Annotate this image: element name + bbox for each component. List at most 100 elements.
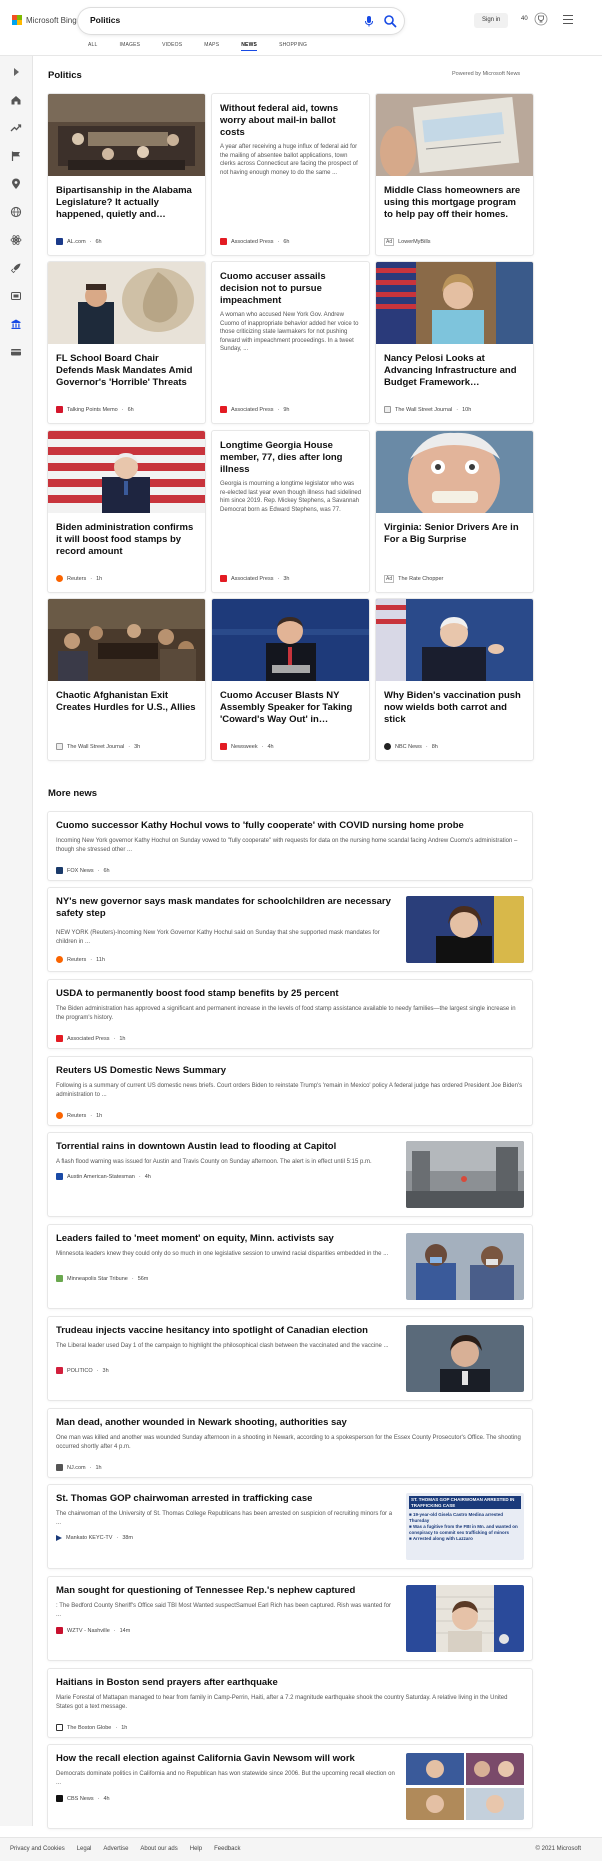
news-list-item[interactable]: Trudeau injects vaccine hesitancy into s…: [48, 1317, 532, 1400]
source-name: The Boston Globe: [67, 1724, 112, 1731]
news-title[interactable]: Reuters US Domestic News Summary: [56, 1065, 226, 1077]
globe-icon[interactable]: [10, 206, 22, 218]
card-source: Associated Press · 3h: [220, 575, 289, 582]
flag-icon[interactable]: [10, 150, 22, 162]
tab-maps[interactable]: MAPS: [204, 40, 219, 51]
news-card[interactable]: Biden administration confirms it will bo…: [48, 431, 205, 592]
news-list-item[interactable]: Haitians in Boston send prayers after ea…: [48, 1669, 532, 1737]
news-snippet: A flash flood warning was issued for Aus…: [56, 1159, 372, 1165]
news-card[interactable]: FL School Board Chair Defends Mask Manda…: [48, 262, 205, 423]
home-icon[interactable]: [10, 94, 22, 106]
card-title[interactable]: Bipartisanship in the Alabama Legislatur…: [56, 185, 198, 222]
news-list-item[interactable]: USDA to permanently boost food stamp ben…: [48, 980, 532, 1048]
card-title[interactable]: Biden administration confirms it will bo…: [56, 522, 198, 559]
news-card[interactable]: Nancy Pelosi Looks at Advancing Infrastr…: [376, 262, 533, 423]
rewards-trophy-icon[interactable]: [534, 12, 548, 26]
logo-text: Microsoft Bing: [26, 15, 77, 25]
search-input[interactable]: Politics: [90, 15, 120, 25]
thumb-line: ■ 19-year-old Gisela Castro Medina arres…: [409, 1512, 504, 1523]
news-list-item[interactable]: Man dead, another wounded in Newark shoo…: [48, 1409, 532, 1477]
news-card[interactable]: Bipartisanship in the Alabama Legislatur…: [48, 94, 205, 255]
source-logo-icon: [56, 1795, 63, 1802]
tab-news[interactable]: NEWS: [241, 40, 258, 51]
news-card[interactable]: Cuomo accuser assails decision not to pu…: [212, 262, 369, 423]
card-title[interactable]: FL School Board Chair Defends Mask Manda…: [56, 353, 198, 390]
card-source: The Wall Street Journal · 10h: [384, 406, 471, 413]
news-card[interactable]: Why Biden's vaccination push now wields …: [376, 599, 533, 760]
news-title[interactable]: USDA to permanently boost food stamp ben…: [56, 988, 339, 1000]
tab-images[interactable]: IMAGES: [120, 40, 141, 51]
footer-link-privacy[interactable]: Privacy and Cookies: [10, 1846, 65, 1852]
rewards-points[interactable]: 40: [521, 16, 528, 22]
news-title[interactable]: Man dead, another wounded in Newark shoo…: [56, 1417, 347, 1429]
news-list-item[interactable]: How the recall election against Californ…: [48, 1745, 532, 1828]
news-card[interactable]: Cuomo Accuser Blasts NY Assembly Speaker…: [212, 599, 369, 760]
source-time: 4h: [144, 1173, 151, 1180]
news-title[interactable]: Torrential rains in downtown Austin lead…: [56, 1141, 396, 1153]
entertainment-icon[interactable]: [10, 290, 22, 302]
news-card[interactable]: Chaotic Afghanistan Exit Creates Hurdles…: [48, 599, 205, 760]
ad-badge: Ad: [384, 575, 395, 583]
sign-in-button[interactable]: Sign in: [474, 13, 509, 28]
card-title[interactable]: Chaotic Afghanistan Exit Creates Hurdles…: [56, 690, 198, 727]
card-title[interactable]: Virginia: Senior Drivers Are in For a Bi…: [384, 522, 526, 559]
money-icon[interactable]: [10, 346, 22, 358]
source-name: Associated Press: [231, 406, 274, 413]
tab-videos[interactable]: VIDEOS: [162, 40, 182, 51]
news-title[interactable]: How the recall election against Californ…: [56, 1753, 396, 1765]
news-title[interactable]: St. Thomas GOP chairwoman arrested in tr…: [56, 1493, 396, 1505]
news-list-item[interactable]: Man sought for questioning of Tennessee …: [48, 1577, 532, 1660]
thumb-header: ST. THOMAS GOP CHAIRWOMAN ARRESTED IN TR…: [409, 1496, 521, 1509]
location-icon[interactable]: [10, 178, 22, 190]
news-title[interactable]: Trudeau injects vaccine hesitancy into s…: [56, 1325, 396, 1337]
card-title[interactable]: Middle Class homeowners are using this m…: [384, 185, 526, 222]
card-title[interactable]: Longtime Georgia House member, 77, dies …: [220, 440, 362, 476]
news-list-item[interactable]: Cuomo successor Kathy Hochul vows to 'fu…: [48, 812, 532, 880]
news-list-item[interactable]: Reuters US Domestic News Summary Followi…: [48, 1057, 532, 1125]
search-icon[interactable]: [380, 11, 400, 31]
news-title[interactable]: Cuomo successor Kathy Hochul vows to 'fu…: [56, 820, 464, 832]
bing-logo[interactable]: Microsoft Bing: [12, 15, 77, 25]
news-source: NJ.com · 1h: [56, 1464, 102, 1471]
footer-link-about-ads[interactable]: About our ads: [140, 1846, 177, 1852]
tab-all[interactable]: ALL: [88, 40, 98, 51]
news-title[interactable]: Leaders failed to 'meet moment' on equit…: [56, 1233, 396, 1245]
news-list-item[interactable]: Torrential rains in downtown Austin lead…: [48, 1133, 532, 1216]
tab-shopping[interactable]: SHOPPING: [279, 40, 307, 51]
microphone-icon[interactable]: [362, 14, 376, 28]
card-title[interactable]: Without federal aid, towns worry about m…: [220, 103, 362, 139]
footer-link-help[interactable]: Help: [190, 1846, 202, 1852]
news-snippet: Minnesota leaders knew they could only d…: [56, 1251, 389, 1257]
news-card[interactable]: Without federal aid, towns worry about m…: [212, 94, 369, 255]
news-list-item[interactable]: St. Thomas GOP chairwoman arrested in tr…: [48, 1485, 532, 1568]
news-source: Associated Press · 1h: [56, 1035, 125, 1042]
news-title[interactable]: NY's new governor says mask mandates for…: [56, 896, 396, 920]
news-snippet: The chairwoman of the University of St. …: [56, 1511, 393, 1526]
powered-by[interactable]: Powered by Microsoft News: [452, 71, 520, 77]
source-time: 6h: [103, 867, 110, 874]
card-title[interactable]: Why Biden's vaccination push now wields …: [384, 690, 526, 727]
science-icon[interactable]: [10, 234, 22, 246]
play-icon: [56, 1535, 62, 1541]
ad-card[interactable]: Middle Class homeowners are using this m…: [376, 94, 533, 255]
thumb-line: ■ Was a fugitive from the FBI in Mn. and…: [409, 1524, 518, 1535]
ad-card[interactable]: Virginia: Senior Drivers Are in For a Bi…: [376, 431, 533, 592]
card-title[interactable]: Cuomo Accuser Blasts NY Assembly Speaker…: [220, 690, 362, 727]
news-card[interactable]: Longtime Georgia House member, 77, dies …: [212, 431, 369, 592]
trending-icon[interactable]: [10, 122, 22, 134]
source-logo-icon: [56, 1112, 63, 1119]
menu-icon[interactable]: [563, 15, 573, 24]
sports-icon[interactable]: [10, 318, 22, 330]
expand-icon[interactable]: [10, 66, 22, 78]
news-title[interactable]: Haitians in Boston send prayers after ea…: [56, 1677, 278, 1689]
news-title[interactable]: Man sought for questioning of Tennessee …: [56, 1585, 396, 1597]
footer-link-feedback[interactable]: Feedback: [214, 1846, 240, 1852]
footer-link-legal[interactable]: Legal: [77, 1846, 92, 1852]
card-title[interactable]: Nancy Pelosi Looks at Advancing Infrastr…: [384, 353, 526, 390]
rocket-icon[interactable]: [10, 262, 22, 274]
news-list-item[interactable]: Leaders failed to 'meet moment' on equit…: [48, 1225, 532, 1308]
card-title[interactable]: Cuomo accuser assails decision not to pu…: [220, 271, 362, 307]
search-box[interactable]: Politics: [78, 8, 404, 34]
news-list-item[interactable]: NY's new governor says mask mandates for…: [48, 888, 532, 971]
footer-link-advertise[interactable]: Advertise: [103, 1846, 128, 1852]
